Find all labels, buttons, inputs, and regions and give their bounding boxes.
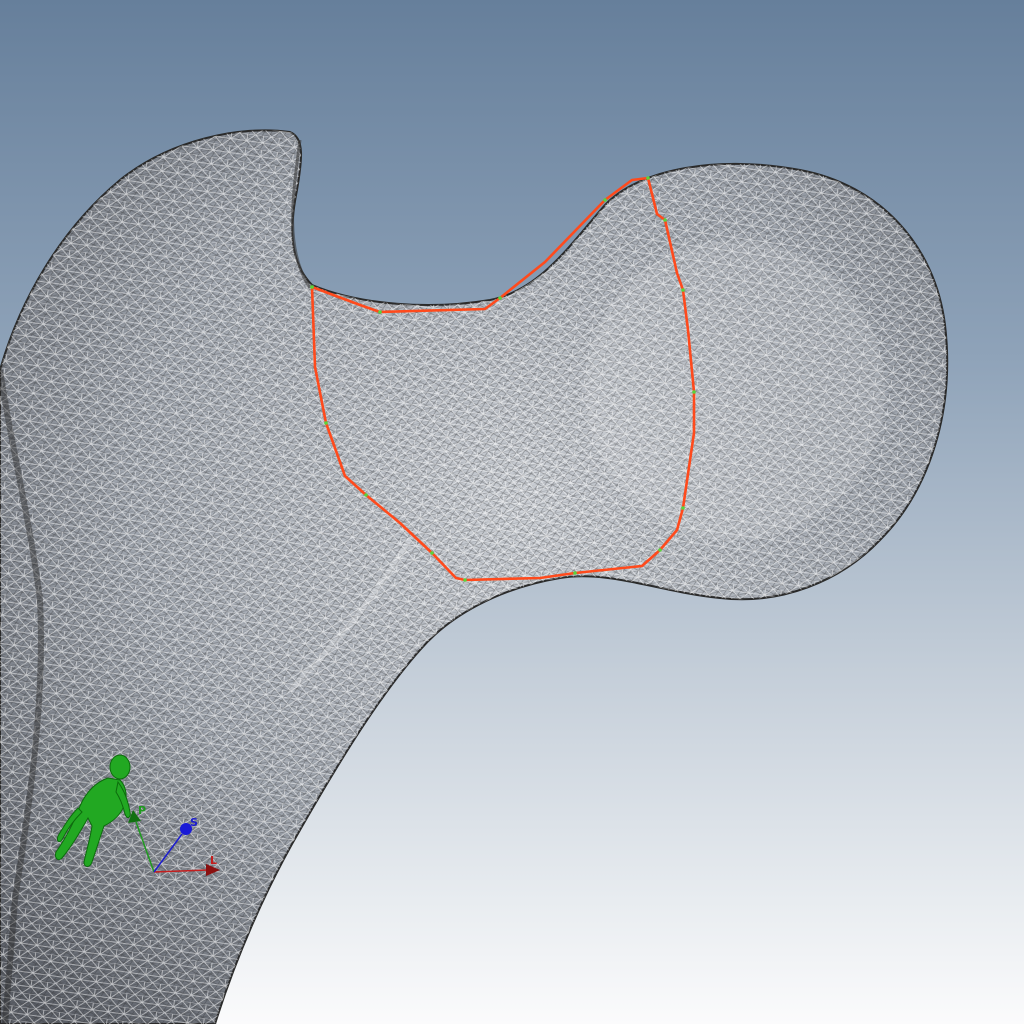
selection-vertex: [681, 506, 685, 510]
selection-vertex: [463, 578, 467, 582]
selection-vertex: [692, 390, 696, 394]
femoral-head-highlight: [585, 240, 885, 540]
selection-vertex: [324, 421, 328, 425]
selection-vertex: [378, 310, 382, 314]
selection-vertex: [364, 493, 368, 497]
y-axis-label: P: [138, 804, 146, 817]
selection-vertex: [430, 551, 434, 555]
mesh-scene[interactable]: L P S: [0, 0, 1024, 1024]
selection-vertex: [658, 548, 662, 552]
selection-vertex: [573, 571, 577, 575]
selection-vertex: [681, 288, 685, 292]
z-axis-label: S: [190, 816, 198, 829]
x-axis-label: L: [210, 854, 217, 867]
selection-vertex: [603, 198, 607, 202]
selection-vertex: [663, 218, 667, 222]
selection-vertex: [310, 285, 314, 289]
3d-viewport[interactable]: L P S: [0, 0, 1024, 1024]
selection-vertex: [498, 296, 502, 300]
selection-vertex: [646, 176, 650, 180]
femur-mesh[interactable]: [0, 129, 949, 1024]
